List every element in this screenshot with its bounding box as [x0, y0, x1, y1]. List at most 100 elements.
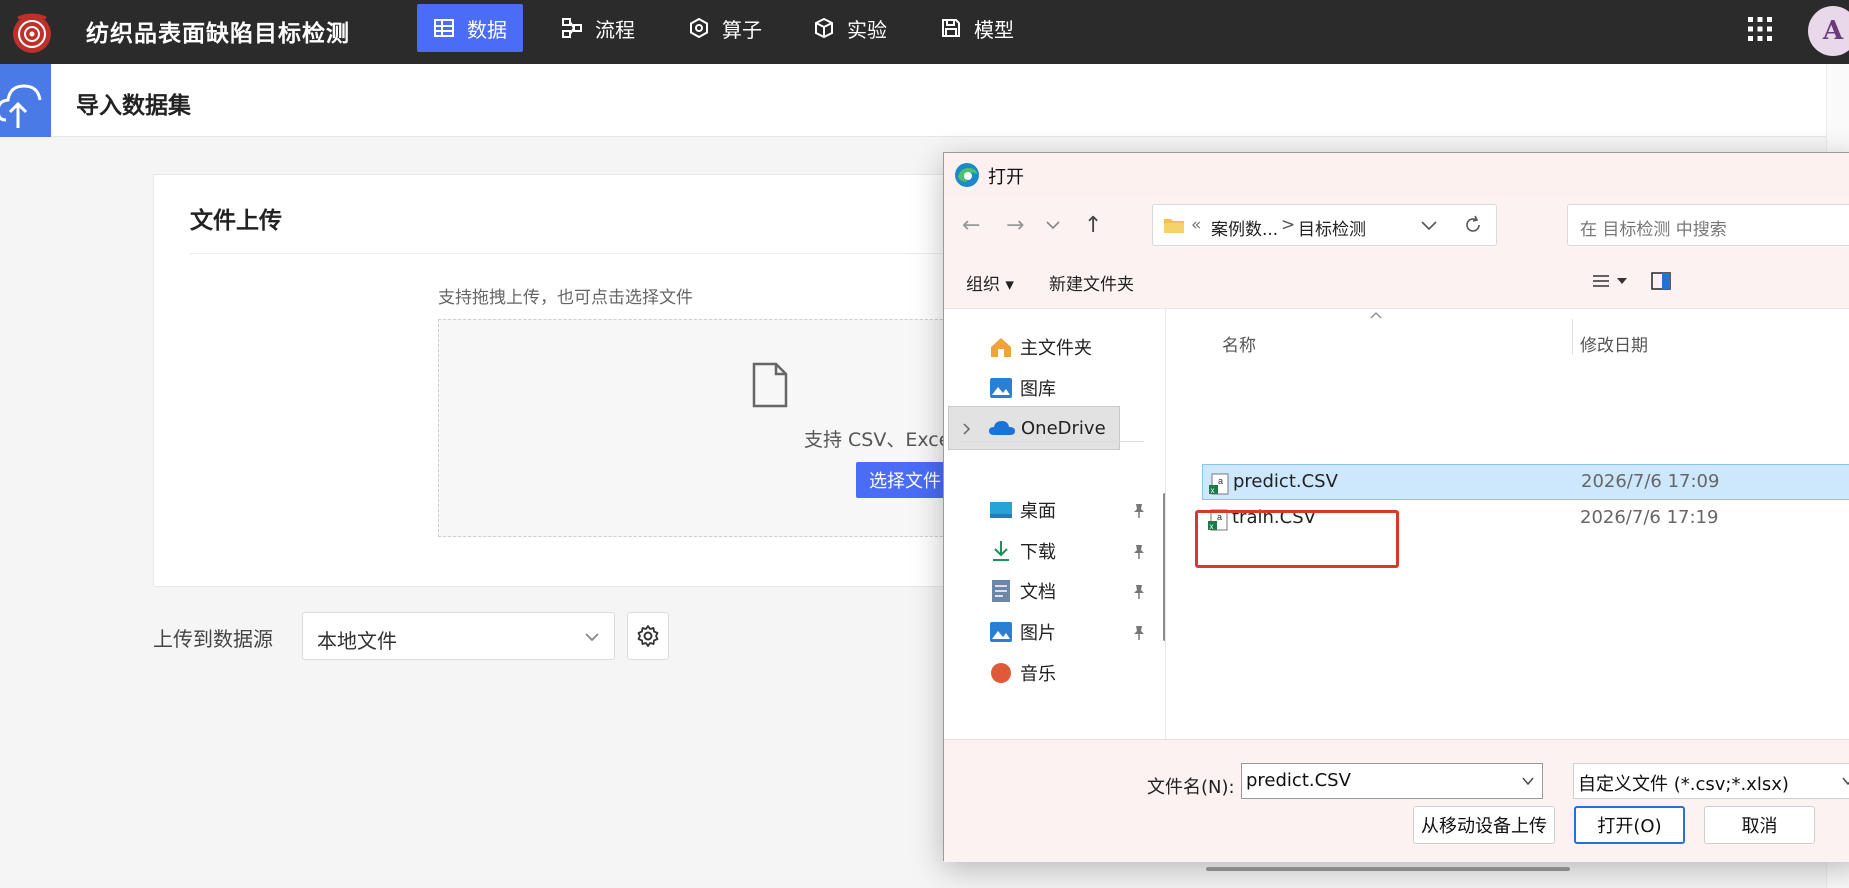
nav-item-downloads[interactable]: 下载 — [948, 529, 1120, 573]
nav-item-pictures[interactable]: 图片 — [948, 610, 1120, 654]
datasource-settings-button[interactable] — [627, 612, 669, 660]
view-list-icon[interactable] — [1592, 273, 1610, 289]
chevron-down-icon[interactable] — [1522, 777, 1534, 786]
chevron-down-icon — [585, 633, 599, 642]
open-button[interactable]: 打开(O) — [1574, 806, 1685, 844]
forward-arrow-icon[interactable]: → — [1006, 213, 1024, 238]
nav-item-operator[interactable]: 算子 — [672, 4, 778, 52]
dialog-titlebar[interactable]: 打开 — [944, 153, 1849, 197]
card-title: 文件上传 — [190, 208, 282, 234]
nav-label: 实验 — [847, 17, 887, 42]
nav-item-experiment[interactable]: 实验 — [797, 4, 903, 52]
address-dropdown-icon[interactable] — [1421, 221, 1437, 231]
operator-icon — [690, 17, 708, 39]
chevron-down-icon[interactable] — [1842, 777, 1849, 786]
preview-pane-icon[interactable] — [1651, 271, 1671, 291]
dialog-toolbar: 组织 ▾ 新建文件夹 — [944, 253, 1849, 309]
pin-icon[interactable] — [1132, 584, 1146, 600]
file-modified: 2026/7/6 17:09 — [1581, 471, 1720, 492]
nav-item-desktop[interactable]: 桌面 — [948, 488, 1120, 532]
divider — [190, 253, 972, 254]
nav-item-data[interactable]: 数据 — [417, 4, 523, 52]
file-icon — [752, 362, 788, 408]
filename-input[interactable]: predict.CSV — [1241, 763, 1543, 799]
music-icon — [988, 660, 1014, 686]
flow-icon — [562, 18, 582, 38]
support-formats-text: 支持 CSV、Exce — [804, 429, 951, 451]
refresh-icon[interactable] — [1463, 215, 1483, 235]
datasource-select[interactable]: 本地文件 — [302, 612, 615, 660]
cancel-button[interactable]: 取消 — [1704, 806, 1815, 844]
search-input[interactable]: 在 目标检测 中搜索 — [1567, 204, 1849, 246]
pin-icon[interactable] — [1132, 503, 1146, 519]
nav-item-model[interactable]: 模型 — [924, 4, 1030, 52]
breadcrumb-separator: > — [1281, 215, 1296, 235]
up-arrow-icon[interactable]: ↑ — [1084, 213, 1102, 238]
organize-menu[interactable]: 组织 ▾ — [966, 270, 1014, 295]
column-header-name[interactable]: 名称 — [1222, 331, 1256, 356]
nav-label: 流程 — [595, 17, 635, 42]
csv-file-icon: ax — [1209, 473, 1229, 495]
breadcrumb-parent[interactable]: 案例数... — [1211, 215, 1278, 240]
nav-pane-scrollbar[interactable] — [1163, 493, 1165, 641]
filetype-select[interactable]: 自定义文件 (*.csv;*.xlsx) — [1573, 763, 1849, 799]
top-bar: 纺织品表面缺陷目标检测 数据 流程 算子 实验 模型 A — [0, 0, 1849, 64]
file-name: predict.CSV — [1233, 471, 1338, 492]
app-title: 纺织品表面缺陷目标检测 — [86, 21, 350, 47]
file-modified: 2026/7/6 17:19 — [1580, 507, 1719, 528]
column-header-modified[interactable]: 修改日期 — [1580, 331, 1648, 356]
folder-icon — [1164, 219, 1184, 233]
gallery-icon — [988, 375, 1014, 401]
avatar[interactable]: A — [1808, 6, 1849, 56]
filename-value: predict.CSV — [1246, 770, 1351, 791]
view-options-chevron-icon[interactable] — [1617, 278, 1627, 285]
download-icon — [988, 538, 1014, 564]
search-placeholder: 在 目标检测 中搜索 — [1580, 220, 1727, 240]
nav-item-music[interactable]: 音乐 — [948, 651, 1120, 695]
datasource-value: 本地文件 — [317, 629, 397, 653]
datasource-label: 上传到数据源 — [153, 627, 273, 651]
select-file-button[interactable]: 选择文件 — [856, 462, 954, 498]
pin-icon[interactable] — [1132, 544, 1146, 560]
breadcrumb-prefix: « — [1191, 215, 1202, 235]
nav-item-flow[interactable]: 流程 — [545, 4, 651, 52]
back-arrow-icon[interactable]: ← — [962, 213, 980, 238]
svg-text:x: x — [1211, 486, 1215, 495]
recent-chevron-icon[interactable] — [1046, 221, 1060, 230]
nav-item-gallery[interactable]: 图库 — [948, 366, 1120, 410]
file-open-dialog: 打开 ← → ↑ « 案例数... > 目标检测 在 目标检测 中搜索 组织 ▾… — [943, 152, 1849, 871]
nav-label: 算子 — [722, 17, 762, 42]
new-folder-button[interactable]: 新建文件夹 — [1049, 270, 1134, 295]
breadcrumb-current[interactable]: 目标检测 — [1298, 215, 1366, 240]
nav-item-onedrive[interactable]: OneDrive — [948, 406, 1120, 450]
upload-cloud-icon[interactable] — [0, 64, 51, 137]
onedrive-icon — [989, 415, 1015, 441]
dialog-footer: 文件名(N): predict.CSV 自定义文件 (*.csv;*.xlsx)… — [944, 739, 1849, 862]
nav-item-home[interactable]: 主文件夹 — [948, 325, 1120, 369]
table-icon — [434, 19, 454, 37]
home-icon — [988, 334, 1014, 360]
column-separator[interactable] — [1572, 319, 1573, 355]
apps-grid-icon[interactable] — [1746, 15, 1774, 43]
cube-icon — [815, 17, 833, 39]
desktop-icon — [988, 497, 1014, 523]
nav-item-documents[interactable]: 文档 — [948, 569, 1120, 613]
document-icon — [988, 578, 1014, 604]
address-row: ← → ↑ « 案例数... > 目标检测 在 目标检测 中搜索 — [944, 197, 1849, 253]
sort-ascending-icon — [1370, 312, 1382, 319]
nav-separator — [962, 441, 1144, 442]
address-bar[interactable]: « 案例数... > 目标检测 — [1152, 204, 1497, 246]
pin-icon[interactable] — [1132, 625, 1146, 641]
expand-chevron-icon[interactable] — [963, 423, 971, 435]
save-icon — [942, 19, 960, 37]
svg-text:a: a — [1218, 476, 1223, 486]
file-row-predict[interactable]: ax predict.CSV 2026/7/6 17:09 — [1202, 464, 1849, 500]
file-pane-horizontal-scrollbar[interactable] — [1206, 867, 1570, 871]
edge-browser-icon — [955, 163, 979, 187]
page-header: 导入数据集 — [0, 64, 1826, 137]
mobile-upload-button[interactable]: 从移动设备上传 — [1413, 806, 1555, 844]
page-title: 导入数据集 — [76, 93, 191, 119]
filename-label: 文件名(N): — [1147, 777, 1235, 798]
upload-hint: 支持拖拽上传，也可点击选择文件 — [438, 288, 693, 308]
filetype-value: 自定义文件 (*.csv;*.xlsx) — [1578, 774, 1789, 795]
